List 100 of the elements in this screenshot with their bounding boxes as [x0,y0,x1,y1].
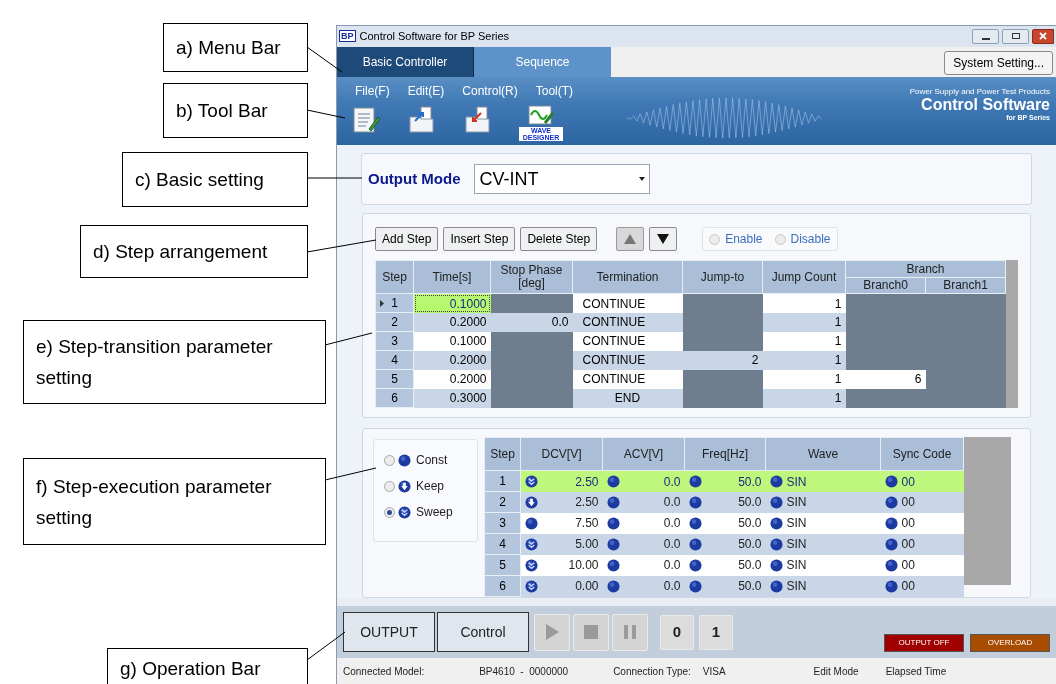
column-header: Step [484,437,521,471]
status-text: Connection Type: [613,664,691,679]
row-header[interactable]: 3 [484,512,521,534]
callout-label: f) Step-execution parameter setting [23,458,326,545]
table-cell-text: 00 [901,473,915,491]
step-button[interactable]: Add Step [375,227,439,252]
folder-arrow-icon[interactable] [407,104,437,135]
table-cell-text: SIN [786,473,807,491]
memory-button[interactable]: 0 [660,614,694,650]
system-setting-button[interactable]: System Setting... [944,50,1053,75]
ball-icon [688,558,702,572]
minimize-button[interactable] [972,28,999,44]
play-icon [544,623,560,642]
column-header: Step [375,260,414,294]
ball-icon [769,579,783,593]
radio-option[interactable]: Disable [774,230,831,249]
ball-icon [606,495,620,509]
ball-icon [884,558,898,572]
caret-icon [639,177,646,182]
table-cell-text: 50.0 [738,557,762,575]
ball-icon [688,475,702,489]
mode-radio[interactable]: Const [384,452,477,469]
tab[interactable]: Basic Controller [337,46,474,77]
wave-icon [528,104,554,127]
banner-title: Control Software [921,95,1050,114]
ball-icon [688,537,702,551]
table-cell-text: SIN [786,536,807,554]
table-cell-text: 7.50 [575,515,599,533]
column-header: Jump-to [682,260,763,294]
menu-item[interactable]: File(F) [355,81,390,99]
move-up-button[interactable] [616,227,645,252]
menu-item[interactable]: Tool(T) [535,81,574,99]
maximize-button[interactable] [1002,28,1029,44]
row-header[interactable]: 4 [484,533,521,555]
table-cell-text: 5.00 [575,536,599,554]
down-triangle-icon [657,234,670,245]
table-cell-text: 2.50 [575,494,599,512]
window-title: Control Software for BP Series [359,29,510,45]
mode-radio[interactable]: Sweep [384,504,477,521]
table-cell-text: SIN [786,557,807,575]
status-text: BP4610 - 0000000 [479,664,569,679]
ball-icon [769,516,783,530]
ball-icon [688,495,702,509]
ball-icon [769,475,783,489]
row-header[interactable]: 5 [484,554,521,576]
operation-button[interactable]: Control [437,612,529,653]
column-group-header: Branch [845,260,1006,278]
table-cell-text: 50.0 [738,473,762,491]
menu-item[interactable]: Edit(E) [407,81,445,99]
step-button[interactable]: Insert Step [443,227,516,252]
table-cell-text: 0.0 [663,473,681,491]
pause-icon [623,624,637,641]
memory-button[interactable]: 1 [699,614,733,650]
column-header: Wave [765,437,881,471]
move-down-button[interactable] [649,227,678,252]
leader-line [324,467,377,481]
ball-icon [525,516,538,530]
output-mode-dropdown[interactable]: CV-INT [474,164,651,195]
document-pencil-icon[interactable] [351,104,381,135]
column-header: Jump Count [762,260,846,294]
row-header[interactable]: 2 [484,491,521,513]
ball-icon [688,579,702,593]
column-header: Freq[Hz] [684,437,766,471]
operation-button[interactable]: OUTPUT [343,612,435,653]
column-header: Sync Code [880,437,964,471]
down-arrow-icon [398,479,411,493]
mode-radio[interactable]: Keep [384,478,477,495]
leader-line [306,177,363,179]
ball-icon [688,516,702,530]
status-text: VISA [702,664,726,679]
ball-icon [606,475,620,489]
ball-icon [884,537,898,551]
stop-icon [583,624,599,641]
callout-label: a) Menu Bar [163,23,308,72]
ball-icon [884,579,898,593]
step-button[interactable]: Delete Step [520,227,598,252]
table-cell-text: 0.0 [663,515,681,533]
table-cell-text: 0.0 [663,536,681,554]
table-cell-text: 50.0 [738,578,762,596]
callout-label: g) Operation Bar [107,648,308,684]
double-chevron-icon [398,505,411,519]
status-indicator: OVERLOAD [970,634,1050,653]
table-cell-text: 00 [901,515,915,533]
table-cell-text: 0.00 [575,578,599,596]
close-icon [1039,32,1047,41]
column-header: DCV[V] [520,437,603,471]
leader-line [306,109,346,119]
output-mode-label: Output Mode [368,169,461,190]
ball-icon [769,537,783,551]
ball-icon [606,558,620,572]
row-header[interactable]: 1 [484,470,521,492]
folder-arrow-icon[interactable] [463,104,493,135]
ball-icon [884,495,898,509]
close-button[interactable] [1032,28,1054,44]
row-header[interactable]: 6 [484,575,521,597]
status-text: Edit Mode [813,664,859,679]
menu-item[interactable]: Control(R) [462,81,518,99]
leader-line [306,46,343,73]
radio-option[interactable]: Enable [709,230,763,249]
table-cell-text: 10.00 [568,557,599,575]
